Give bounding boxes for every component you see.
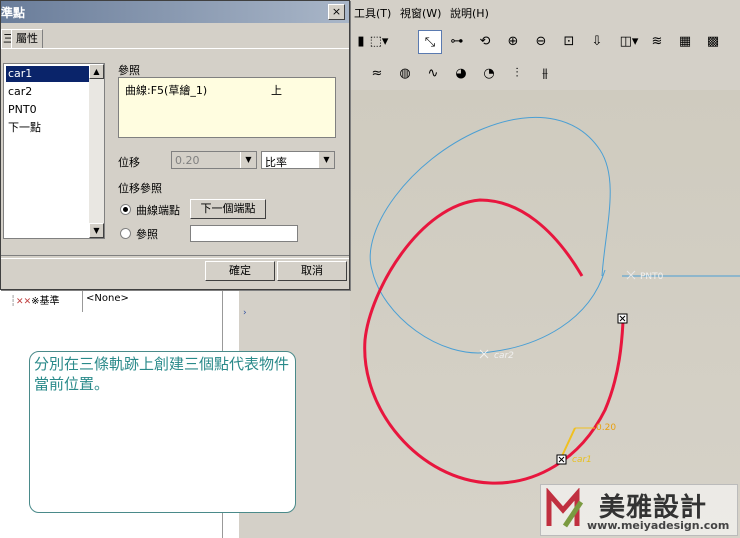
orient-icon[interactable]: ⟲ [474,30,496,52]
toolbar-main: ▮ ⬚▾ ⤡ ⊶ ⟲ ⊕ ⊖ ⊡ ⇩ ◫▾ ≋ ▦ ▩ [350,26,740,59]
list-item[interactable]: 下一點 [6,120,92,136]
tree-row[interactable]: ┆✕✕※基準 [10,292,60,307]
pnt0-label: PNT0 [640,272,664,282]
pnt0-marker [626,270,636,280]
graphics-area[interactable]: PNT0 car2 0.20 car1 [350,90,740,538]
dihedral-icon[interactable]: ⫶ [506,62,528,84]
blue-curve [369,116,740,354]
zoom-in-icon[interactable]: ⊕ [502,30,524,52]
sketch-icon[interactable]: ≈ [366,62,388,84]
red-curve [363,198,625,485]
curvature-icon[interactable]: ∿ [422,62,444,84]
box-select-icon[interactable]: ⬚▾ [364,30,394,52]
redraw-icon[interactable]: ⤡ [418,30,442,54]
dialog-separator [1,255,349,259]
menu-tools[interactable]: 工具(T) [354,5,391,21]
offset-dimension-label[interactable]: 0.20 [596,423,616,433]
shading-icon[interactable]: ◕ [450,62,472,84]
close-button[interactable]: × [328,4,345,20]
offset-type-select[interactable]: 比率 ▼ [261,151,335,169]
offset-label: 位移 [118,156,140,169]
reference-label: 參照 [118,64,140,77]
model-tree-icon[interactable]: ▦ [674,30,696,52]
car1-label: car1 [572,455,592,465]
reference-collector[interactable]: 曲線:F5(草繪_1) 上 [118,77,336,138]
list-item[interactable]: car2 [6,84,92,100]
chevron-right-icon[interactable]: › [243,308,247,318]
view-icon[interactable]: ⇩ [586,30,608,52]
offset-value: 0.20 [175,154,200,167]
offset-input[interactable]: 0.20 ▼ [171,151,257,169]
offset-reference-label: 位移參照 [118,182,162,195]
chevron-down-icon[interactable]: ▼ [318,152,334,168]
toolbar-datum: ≈ ◍ ∿ ◕ ◔ ⫶ ⫵ [350,58,740,91]
cancel-button[interactable]: 取消 [277,261,347,281]
menu-help[interactable]: 說明(H) [450,5,489,21]
display-icon[interactable]: ▩ [702,30,724,52]
reference-side: 上 [271,84,282,97]
draft-icon[interactable]: ⫵ [534,62,556,84]
datum-point-dialog: 準點 × 三 屬性 car1 car2 PNT0 下一點 ▲ ▼ 參照 曲線:F… [0,0,350,290]
saved-views-icon[interactable]: ◫▾ [614,30,644,52]
annotation-note: 分別在三條軌跡上創建三個點代表物件當前位置。 [29,351,296,513]
tree-node-value: <None> [86,293,129,304]
tab-properties[interactable]: 屬性 [11,29,43,48]
menu-window[interactable]: 視窗(W) [400,5,441,21]
dialog-title: 準點 [1,6,26,20]
layers-icon[interactable]: ≋ [646,30,668,52]
zoom-out-icon[interactable]: ⊖ [530,30,552,52]
reference-input[interactable] [190,225,298,242]
scroll-down-icon[interactable]: ▼ [89,223,104,238]
car2-label: car2 [494,351,514,361]
refit-icon[interactable]: ⊡ [558,30,580,52]
datum-point-icon: ✕✕ [16,297,32,307]
ok-button[interactable]: 確定 [205,261,275,281]
list-scrollbar[interactable]: ▲ ▼ [89,64,104,238]
list-item[interactable]: PNT0 [6,102,92,118]
menu-bar: 工具(T) 視窗(W) 說明(H) [350,0,740,27]
tree-node-label: ※基準 [31,296,60,307]
curve-end-label: 曲線端點 [136,204,180,217]
chevron-down-icon[interactable]: ▼ [240,152,256,168]
offset-type-value: 比率 [265,156,287,169]
close-icon: × [331,5,342,18]
surface-analysis-icon[interactable]: ◍ [394,62,416,84]
reference-radio-label: 參照 [136,228,158,241]
reflection-icon[interactable]: ◔ [478,62,500,84]
watermark: 美雅設計 www.meiyadesign.com [540,484,738,536]
car2-marker [479,349,489,359]
curve-end-radio[interactable] [120,204,131,215]
spin-center-icon[interactable]: ⊶ [446,30,468,52]
reference-radio[interactable] [120,228,131,239]
list-item[interactable]: car1 [6,66,92,82]
scroll-up-icon[interactable]: ▲ [89,64,104,79]
watermark-url: www.meiyadesign.com [587,519,730,532]
next-end-button[interactable]: 下一個端點 [190,199,266,219]
dialog-titlebar[interactable]: 準點 × [1,1,349,23]
reference-curve[interactable]: 曲線:F5(草繪_1) [125,82,207,98]
